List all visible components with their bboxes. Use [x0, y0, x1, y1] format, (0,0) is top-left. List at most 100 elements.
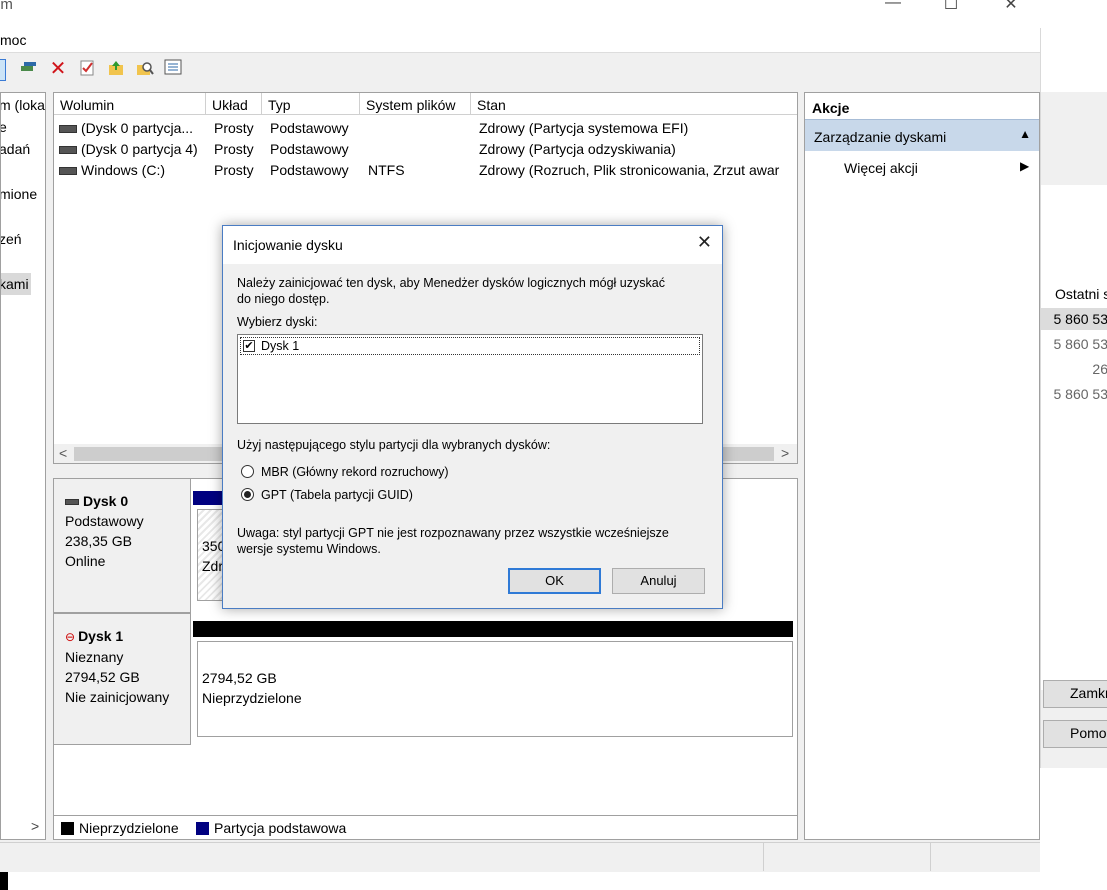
background-column-header[interactable]: Ostatni s	[1055, 286, 1107, 302]
nav-item-disk-management[interactable]: kami	[1, 276, 29, 292]
table-row[interactable]: Windows (C:) Prosty Podstawowy NTFS Zdro…	[54, 160, 797, 181]
list-view-icon[interactable]	[163, 59, 183, 79]
more-actions[interactable]: Więcej akcji	[844, 160, 918, 176]
column-header-status[interactable]: Stan	[471, 93, 797, 115]
disk-list-item[interactable]: ✔ Dysk 1	[240, 337, 700, 355]
nav-item[interactable]: mione	[1, 186, 37, 202]
column-header-layout[interactable]: Układ	[206, 93, 262, 115]
disk-0-size: 238,35 GB	[65, 533, 132, 549]
volume-name: (Dysk 0 partycja...	[81, 120, 194, 136]
column-header-volume[interactable]: Wolumin	[54, 93, 206, 115]
title-bar: em — ☐ ✕	[0, 0, 1040, 28]
background-close-button[interactable]: Zamkn	[1043, 680, 1107, 708]
close-button[interactable]: ✕	[988, 0, 1034, 16]
background-cell: 26	[1092, 361, 1107, 377]
toolbar: ✕	[0, 53, 1040, 85]
disk-icon	[65, 499, 79, 506]
background-window-blank	[1041, 28, 1107, 92]
connect-drive-icon[interactable]	[19, 59, 39, 79]
layout-cell: Prosty	[214, 120, 254, 136]
disk-1-size: 2794,52 GB	[65, 669, 140, 685]
actions-title: Akcje	[812, 100, 850, 116]
menu-help[interactable]: moc	[0, 32, 26, 48]
legend-item-primary: Partycja podstawowa	[196, 820, 346, 836]
legend-label: Nieprzydzielone	[79, 820, 179, 836]
legend-label: Partycja podstawowa	[214, 820, 347, 836]
table-row[interactable]: (Dysk 0 partycja... Prosty Podstawowy Zd…	[54, 118, 797, 139]
background-cell: 5 860 53	[1053, 386, 1107, 402]
disk-1-partition[interactable]: 2794,52 GB Nieprzydzielone	[197, 641, 793, 737]
legend-swatch	[196, 822, 209, 835]
submenu-arrow-icon[interactable]: ▶	[1020, 159, 1029, 173]
disk-0-info[interactable]: Dysk 0 Podstawowy 238,35 GB Online	[54, 479, 191, 613]
more-actions-label: Więcej akcji	[844, 160, 918, 176]
view-icon[interactable]	[0, 59, 6, 81]
volume-name: Windows (C:)	[81, 162, 166, 178]
partition-size: 2794,52 GB	[202, 670, 277, 686]
minimize-button[interactable]: —	[870, 0, 916, 16]
status-bar	[0, 842, 1040, 871]
navigation-pane: m (lokal e adań mione zeń kami >	[0, 92, 46, 840]
legend-swatch	[61, 822, 74, 835]
actions-pane: Akcje Zarządzanie dyskami ▲ Więcej akcji…	[804, 92, 1040, 840]
filesystem-cell: NTFS	[368, 162, 405, 178]
gpt-label[interactable]: GPT (Tabela partycji GUID)	[261, 487, 413, 503]
uninitialized-disk-icon: ⊖	[65, 630, 76, 644]
mbr-radio[interactable]	[241, 465, 254, 478]
scroll-right-arrow[interactable]: >	[781, 445, 789, 461]
volume-name: (Dysk 0 partycja 4)	[81, 141, 198, 157]
disk-0-state: Online	[65, 553, 106, 569]
disk-item-label: Dysk 1	[261, 339, 300, 353]
actions-section-disk-management[interactable]: Zarządzanie dyskami ▲	[805, 119, 1039, 151]
dialog-close-icon[interactable]: ✕	[697, 232, 712, 253]
scroll-right-arrow[interactable]: >	[31, 818, 39, 834]
table-row[interactable]: (Dysk 0 partycja 4) Prosty Podstawowy Zd…	[54, 139, 797, 160]
layout-cell: Prosty	[214, 141, 254, 157]
properties-check-icon[interactable]	[77, 59, 97, 79]
gpt-radio[interactable]	[241, 488, 254, 501]
dialog-description-line2: do niego dostęp.	[237, 292, 330, 306]
nav-item[interactable]: adań	[1, 141, 30, 157]
nav-item[interactable]: e	[1, 119, 7, 135]
taskbar-edge	[0, 872, 8, 890]
gpt-note-line2: wersje systemu Windows.	[237, 542, 381, 556]
disk-1-state: Nie zainicjowany	[65, 689, 170, 705]
maximize-button[interactable]: ☐	[928, 0, 974, 16]
scroll-left-arrow[interactable]: <	[59, 445, 67, 461]
disk-0-name: Dysk 0	[83, 493, 129, 509]
status-cell: Zdrowy (Rozruch, Plik stronicowania, Zrz…	[479, 162, 780, 178]
volume-icon	[59, 167, 77, 176]
actions-section-label: Zarządzanie dyskami	[814, 129, 947, 145]
background-window: Ostatni s 5 860 53 5 860 53 26 5 860 53 …	[1040, 28, 1107, 768]
disk-1-name: Dysk 1	[78, 628, 124, 644]
collapse-up-icon[interactable]: ▲	[1019, 127, 1031, 141]
up-folder-icon[interactable]	[106, 59, 126, 79]
column-header-type[interactable]: Typ	[262, 93, 360, 115]
window-title: em	[0, 0, 13, 13]
delete-icon[interactable]: ✕	[48, 59, 68, 79]
layout-cell: Prosty	[214, 162, 254, 178]
disk-1-info[interactable]: ⊖ Dysk 1 Nieznany 2794,52 GB Nie zainicjo…	[54, 613, 191, 745]
search-folder-icon[interactable]	[135, 59, 155, 79]
ok-button[interactable]: OK	[508, 568, 601, 594]
select-disks-label: Wybierz dyski:	[237, 315, 318, 329]
nav-item[interactable]: m (lokal	[1, 97, 45, 113]
nav-item[interactable]: zeń	[1, 231, 22, 247]
partition-state: Nieprzydzielone	[202, 690, 302, 706]
volume-icon	[59, 125, 77, 134]
status-divider	[930, 843, 931, 871]
disk-checkbox[interactable]: ✔	[243, 340, 255, 352]
mbr-label[interactable]: MBR (Główny rekord rozruchowy)	[261, 464, 449, 480]
disk-0-title: Dysk 0	[65, 491, 190, 511]
status-cell: Zdrowy (Partycja odzyskiwania)	[479, 141, 676, 157]
type-cell: Podstawowy	[270, 141, 349, 157]
status-divider	[763, 843, 764, 871]
menu-bar: moc	[0, 28, 1040, 53]
background-cell: 5 860 53	[1053, 336, 1107, 352]
type-cell: Podstawowy	[270, 120, 349, 136]
cancel-button[interactable]: Anuluj	[612, 568, 705, 594]
column-header-filesystem[interactable]: System plików	[360, 93, 471, 115]
background-help-button[interactable]: Pomo	[1043, 720, 1107, 748]
dialog-title-bar: Inicjowanie dysku ✕	[223, 226, 722, 264]
disk-listbox[interactable]: ✔ Dysk 1	[237, 334, 703, 424]
